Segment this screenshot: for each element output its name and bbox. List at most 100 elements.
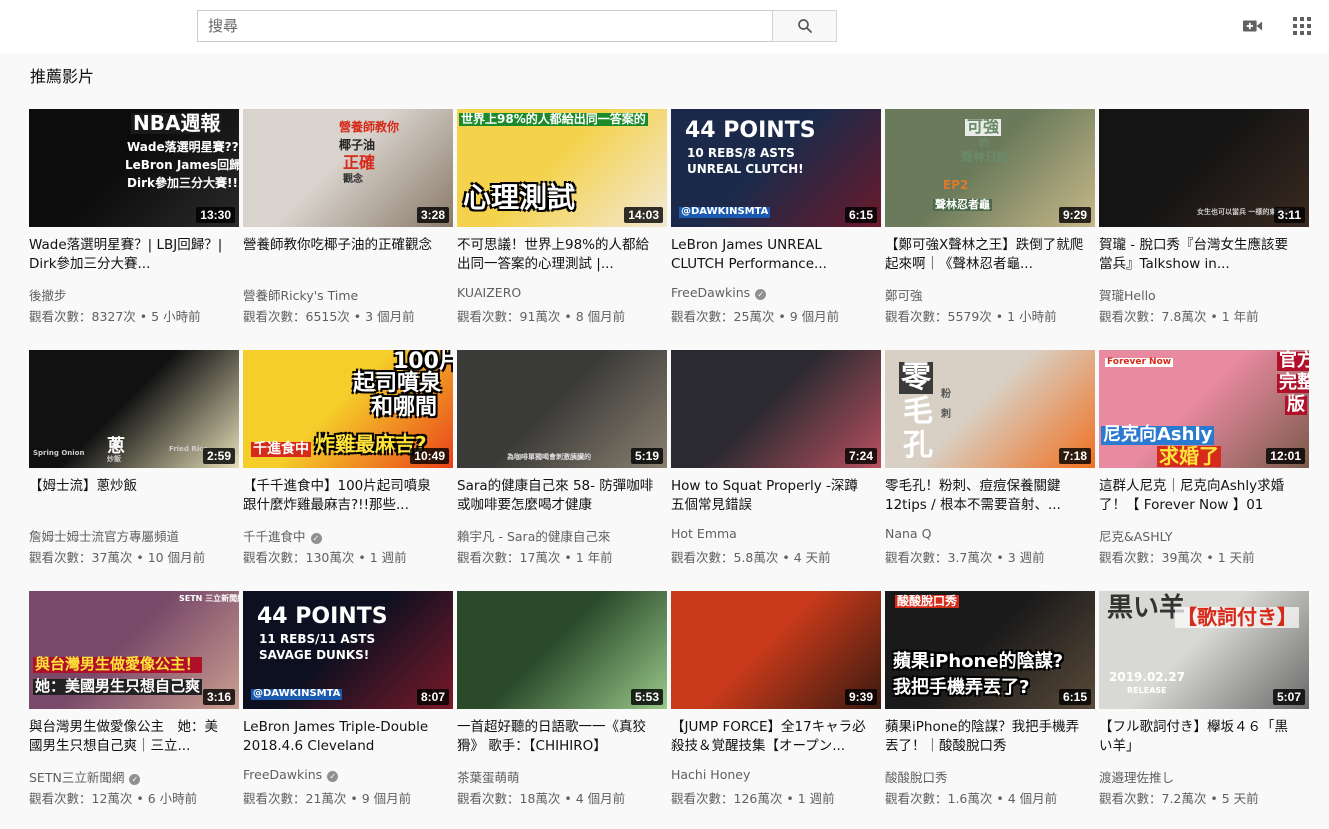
channel-name-text[interactable]: 尼克&ASHLY [1099,529,1173,544]
thumbnail-caption: 為咖啡單獨喝會刺激胰臟的 [507,453,591,461]
channel-name-text[interactable]: FreeDawkins [243,767,322,782]
thumbnail-caption: 正確 [343,153,376,172]
view-count: 觀看次數：18萬次 [457,791,561,806]
video-title[interactable]: 營養師教你吃椰子油的正確觀念 [243,236,443,255]
thumbnail-caption: RELEASE [1127,686,1167,695]
upload-button[interactable] [1243,16,1263,36]
video-thumbnail[interactable]: 黒い羊 【歌詞付き】 2019.02.27 RELEASE 5:07 [1099,591,1309,709]
video-title[interactable]: Wade落選明星賽？| LBJ回歸？| Dirk參加三分大賽... [29,236,229,274]
video-title[interactable]: 這群人尼克｜尼克向Ashly求婚了！【 Forever Now 】01 [1099,477,1299,515]
channel-name[interactable]: 賴宇凡 - Sara的健康自己來 [457,526,610,545]
channel-name-text[interactable]: Hachi Honey [671,767,750,782]
channel-name[interactable]: Nana Q [885,526,931,541]
meta-separator: • [560,309,576,324]
thumbnail-caption: 觀念 [343,174,363,185]
channel-name-text[interactable]: Nana Q [885,526,931,541]
apps-grid-icon [1293,17,1311,35]
video-title[interactable]: 【JUMP FORCE】全17キャラ必殺技＆覚醒技集【オープン... [671,718,871,756]
channel-name[interactable]: 賀瓏Hello [1099,285,1156,304]
channel-name[interactable]: KUAIZERO [457,285,521,300]
video-title[interactable]: 蘋果iPhone的陰謀？我把手機弄丟了！｜酸酸脫口秀 [885,718,1085,756]
channel-name-text[interactable]: 後撤步 [29,288,67,303]
video-thumbnail[interactable]: NBA週報 Wade落選明星賽?? LeBron James回歸?? Dirk參加三分… [29,109,239,227]
thumbnail-caption: @DAWKINSMTA [251,688,343,700]
video-title[interactable]: 【千千進食中】100片起司噴泉跟什麼炸雞最麻吉?!!那些... [243,477,443,515]
video-meta: 觀看次數：18萬次 • 4 個月前 [457,788,625,807]
video-title[interactable]: 零毛孔！粉刺、痘痘保養關鍵12tips / 根本不需要音射、... [885,477,1085,515]
channel-name-text[interactable]: 渡邉理佐推し [1099,770,1174,785]
video-title[interactable]: 【フル歌詞付き】欅坂４６「黒い羊」 [1099,718,1299,756]
channel-name[interactable]: Hot Emma [671,526,737,541]
channel-name[interactable]: 尼克&ASHLY [1099,526,1173,545]
channel-name-text[interactable]: 茶葉蛋萌萌 [457,770,520,785]
channel-name-text[interactable]: Hot Emma [671,526,737,541]
thumbnail-caption: EP2 [943,178,969,192]
channel-name[interactable]: Hachi Honey [671,767,750,782]
channel-name[interactable]: 後撤步 [29,285,67,304]
video-title[interactable]: LeBron James UNREAL CLUTCH Performance..… [671,236,871,274]
view-count: 觀看次數：8327次 [29,309,136,324]
channel-name-text[interactable]: KUAIZERO [457,285,521,300]
video-thumbnail[interactable]: 蔥炒飯 Spring Onion Fried Rice 2:59 [29,350,239,468]
video-thumbnail[interactable]: 為咖啡單獨喝會刺激胰臟的 5:19 [457,350,667,468]
video-meta: 觀看次數：5.8萬次 • 4 天前 [671,547,831,566]
thumbnail-caption: 她：美國男生只想自己爽 [33,677,203,695]
channel-name[interactable]: 千千進食中 ✓ [243,526,322,545]
channel-name[interactable]: 酸酸脫口秀 [885,767,948,786]
video-title[interactable]: 不可思議！世界上98%的人都給出同一答案的心理測試 |... [457,236,657,274]
video-thumbnail[interactable]: 營養師教你 椰子油 正確 觀念 3:28 [243,109,453,227]
video-thumbnail[interactable]: 7:24 [671,350,881,468]
video-thumbnail[interactable]: 可強的聲林日誌 EP2 聲林忍者龜 9:29 [885,109,1095,227]
channel-name[interactable]: SETN三立新聞網 ✓ [29,767,141,786]
channel-name[interactable]: 營養師Ricky's Time [243,285,358,304]
upload-age: 1 年前 [1221,309,1259,324]
channel-name-text[interactable]: 賀瓏Hello [1099,288,1156,303]
channel-name-text[interactable]: FreeDawkins [671,285,750,300]
meta-separator: • [774,309,790,324]
video-thumbnail[interactable]: 100片 起司噴泉 和哪間 炸雞最麻吉? 千進食中 10:49 [243,350,453,468]
search-input[interactable] [198,11,773,41]
verified-check-icon: ✓ [310,533,322,544]
channel-name-text[interactable]: 營養師Ricky's Time [243,288,358,303]
video-title[interactable]: 一首超好聽的日語歌一一《真狡猾》 歌手：【CHIHIRO】 [457,718,657,756]
thumbnail-caption: 炒飯 [107,455,121,463]
channel-name[interactable]: 茶葉蛋萌萌 [457,767,520,786]
channel-name[interactable]: FreeDawkins ✓ [671,285,767,300]
video-title[interactable]: 【姆士流】蔥炒飯 [29,477,229,496]
video-title[interactable]: 【鄭可強X聲林之王】跌倒了就爬起來啊｜《聲林忍者龜... [885,236,1085,274]
video-title[interactable]: Sara的健康自己來 58- 防彈咖啡或咖啡要怎麼喝才健康 [457,477,657,515]
video-meta: 觀看次數：7.2萬次 • 5 天前 [1099,788,1259,807]
video-thumbnail[interactable]: 女生也可以當兵 一樣的東西呀 3:11 [1099,109,1309,227]
channel-name[interactable]: 渡邉理佐推し [1099,767,1174,786]
video-thumbnail[interactable]: 酸酸脫口秀 蘋果iPhone的陰謀? 我把手機弄丟了? 6:15 [885,591,1095,709]
apps-button[interactable] [1292,16,1312,36]
video-thumbnail[interactable]: 官方 完整版尼克向Ashly 求婚了 Forever Now 12:01 [1099,350,1309,468]
channel-name-text[interactable]: 千千進食中 [243,529,306,544]
view-count: 觀看次數：37萬次 [29,550,133,565]
video-title[interactable]: 賀瓏 - 脫口秀『台灣女生應該要當兵』Talkshow in... [1099,236,1299,274]
video-thumbnail[interactable]: 與台灣男生做愛像公主！ 她：美國男生只想自己爽 SETN 三立新聞網 3:16 [29,591,239,709]
channel-name-text[interactable]: SETN三立新聞網 [29,770,124,785]
video-title[interactable]: How to Squat Properly -深蹲五個常見錯誤 [671,477,871,515]
search-box[interactable] [197,10,773,42]
channel-name-text[interactable]: 賴宇凡 - Sara的健康自己來 [457,529,610,544]
video-thumbnail[interactable]: 5:53 [457,591,667,709]
channel-name-text[interactable]: 鄭可強 [885,288,923,303]
channel-name[interactable]: 詹姆士姆士流官方專屬頻道 [29,526,179,545]
video-thumbnail[interactable]: 44 POINTS 10 REBS/8 ASTS UNREAL CLUTCH! @DA… [671,109,881,227]
video-meta: 觀看次數：12萬次 • 6 小時前 [29,788,197,807]
video-thumbnail[interactable]: 9:39 [671,591,881,709]
upload-age: 5 天前 [1221,791,1259,806]
channel-name-text[interactable]: 詹姆士姆士流官方專屬頻道 [29,529,179,544]
channel-name[interactable]: FreeDawkins ✓ [243,767,339,782]
video-thumbnail[interactable]: 零毛孔 粉刺 7:18 [885,350,1095,468]
video-title[interactable]: 與台灣男生做愛像公主 她：美國男生只想自己爽｜三立... [29,718,229,756]
verified-check-icon: ✓ [327,771,339,782]
channel-name-text[interactable]: 酸酸脫口秀 [885,770,948,785]
meta-separator: • [560,550,576,565]
video-title[interactable]: LeBron James Triple-Double 2018.4.6 Clev… [243,718,443,758]
video-thumbnail[interactable]: 44 POINTS 11 REBS/11 ASTS SAVAGE DUNKS! @DA… [243,591,453,709]
search-button[interactable] [772,10,837,42]
video-thumbnail[interactable]: 世界上98%的人都給出同一答案的 心理測試 14:03 [457,109,667,227]
channel-name[interactable]: 鄭可強 [885,285,923,304]
